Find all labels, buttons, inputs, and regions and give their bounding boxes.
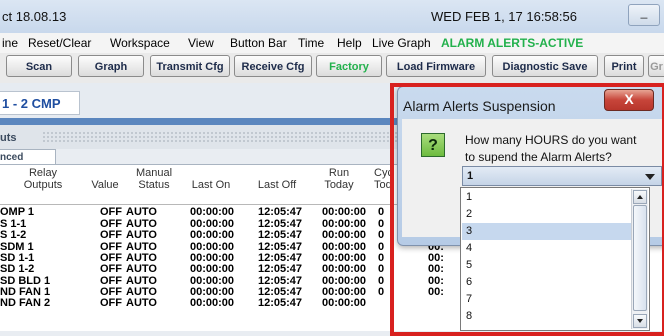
- cell-last-off: 12:05:47: [257, 229, 302, 241]
- cell-last-on: 00:00:00: [189, 206, 234, 218]
- col-header-manual-status: Manual Status: [135, 167, 173, 191]
- factory-button[interactable]: Factory: [316, 55, 382, 77]
- cell-status: AUTO: [126, 263, 157, 275]
- menu-item-time[interactable]: Time: [298, 36, 324, 50]
- cell-last-off: 12:05:47: [257, 297, 302, 309]
- menu-item-machine[interactable]: ine: [2, 36, 18, 50]
- toolbar: Scan Graph Transmit Cfg Receive Cfg Fact…: [0, 53, 664, 84]
- menu-item-help[interactable]: Help: [337, 36, 362, 50]
- window-title: ct 18.08.13: [2, 9, 67, 24]
- cell-status: AUTO: [126, 229, 157, 241]
- cell-name: OMP 1: [0, 206, 35, 218]
- menu-bar: ine Reset/Clear Workspace View Button Ba…: [0, 33, 664, 53]
- cell-run-today: 00:00:00: [321, 263, 366, 275]
- cell-run-today: 00:00:00: [321, 297, 366, 309]
- tab-cmp[interactable]: 1 - 2 CMP: [0, 91, 80, 115]
- cell-last-off: 12:05:47: [257, 263, 302, 275]
- diagnostic-save-button[interactable]: Diagnostic Save: [492, 55, 598, 77]
- alarm-status-label: ALARM ALERTS-ACTIVE: [441, 36, 584, 50]
- receive-cfg-button[interactable]: Receive Cfg: [234, 55, 312, 77]
- transmit-cfg-button[interactable]: Transmit Cfg: [150, 55, 230, 77]
- cell-value: OFF: [100, 263, 122, 275]
- cell-status: AUTO: [126, 297, 157, 309]
- subtab-advanced[interactable]: nced: [0, 149, 56, 165]
- cell-value: OFF: [100, 206, 122, 218]
- cell-name: SD 1-2: [0, 263, 35, 275]
- cell-name: S 1-2: [0, 229, 27, 241]
- load-firmware-button[interactable]: Load Firmware: [386, 55, 486, 77]
- cell-value: OFF: [100, 229, 122, 241]
- title-bar: ct 18.08.13 WED FEB 1, 17 16:58:56 _: [0, 0, 664, 34]
- cell-run-today: 00:00:00: [321, 206, 366, 218]
- highlight-annotation-box: [390, 83, 664, 336]
- print-button[interactable]: Print: [604, 55, 644, 77]
- section-title: uts: [0, 132, 17, 144]
- col-header-last-off: Last Off: [257, 179, 297, 191]
- col-header-run-today: Run Today: [324, 167, 354, 191]
- cell-status: AUTO: [126, 206, 157, 218]
- cell-name: ND FAN 2: [0, 297, 51, 309]
- menu-item-workspace[interactable]: Workspace: [110, 36, 170, 50]
- col-header-last-on: Last On: [191, 179, 231, 191]
- cell-value: OFF: [100, 297, 122, 309]
- datetime-display: WED FEB 1, 17 16:58:56: [431, 9, 577, 24]
- menu-item-button-bar[interactable]: Button Bar: [230, 36, 287, 50]
- section-grip: [42, 131, 402, 143]
- graph-button[interactable]: Graph: [78, 55, 144, 77]
- menu-item-view[interactable]: View: [188, 36, 214, 50]
- menu-item-live-graph[interactable]: Live Graph: [372, 36, 431, 50]
- scan-button[interactable]: Scan: [6, 55, 72, 77]
- col-header-relay-outputs: Relay Outputs: [23, 167, 63, 191]
- cell-run-today: 00:00:00: [321, 229, 366, 241]
- cell-last-on: 00:00:00: [189, 263, 234, 275]
- cell-last-on: 00:00:00: [189, 229, 234, 241]
- cell-last-on: 00:00:00: [189, 297, 234, 309]
- menu-item-reset-clear[interactable]: Reset/Clear: [28, 36, 91, 50]
- col-header-value: Value: [91, 179, 119, 191]
- cell-last-off: 12:05:47: [257, 206, 302, 218]
- minimize-button[interactable]: _: [628, 4, 660, 26]
- graph-toolbar-button[interactable]: Gr: [648, 55, 664, 77]
